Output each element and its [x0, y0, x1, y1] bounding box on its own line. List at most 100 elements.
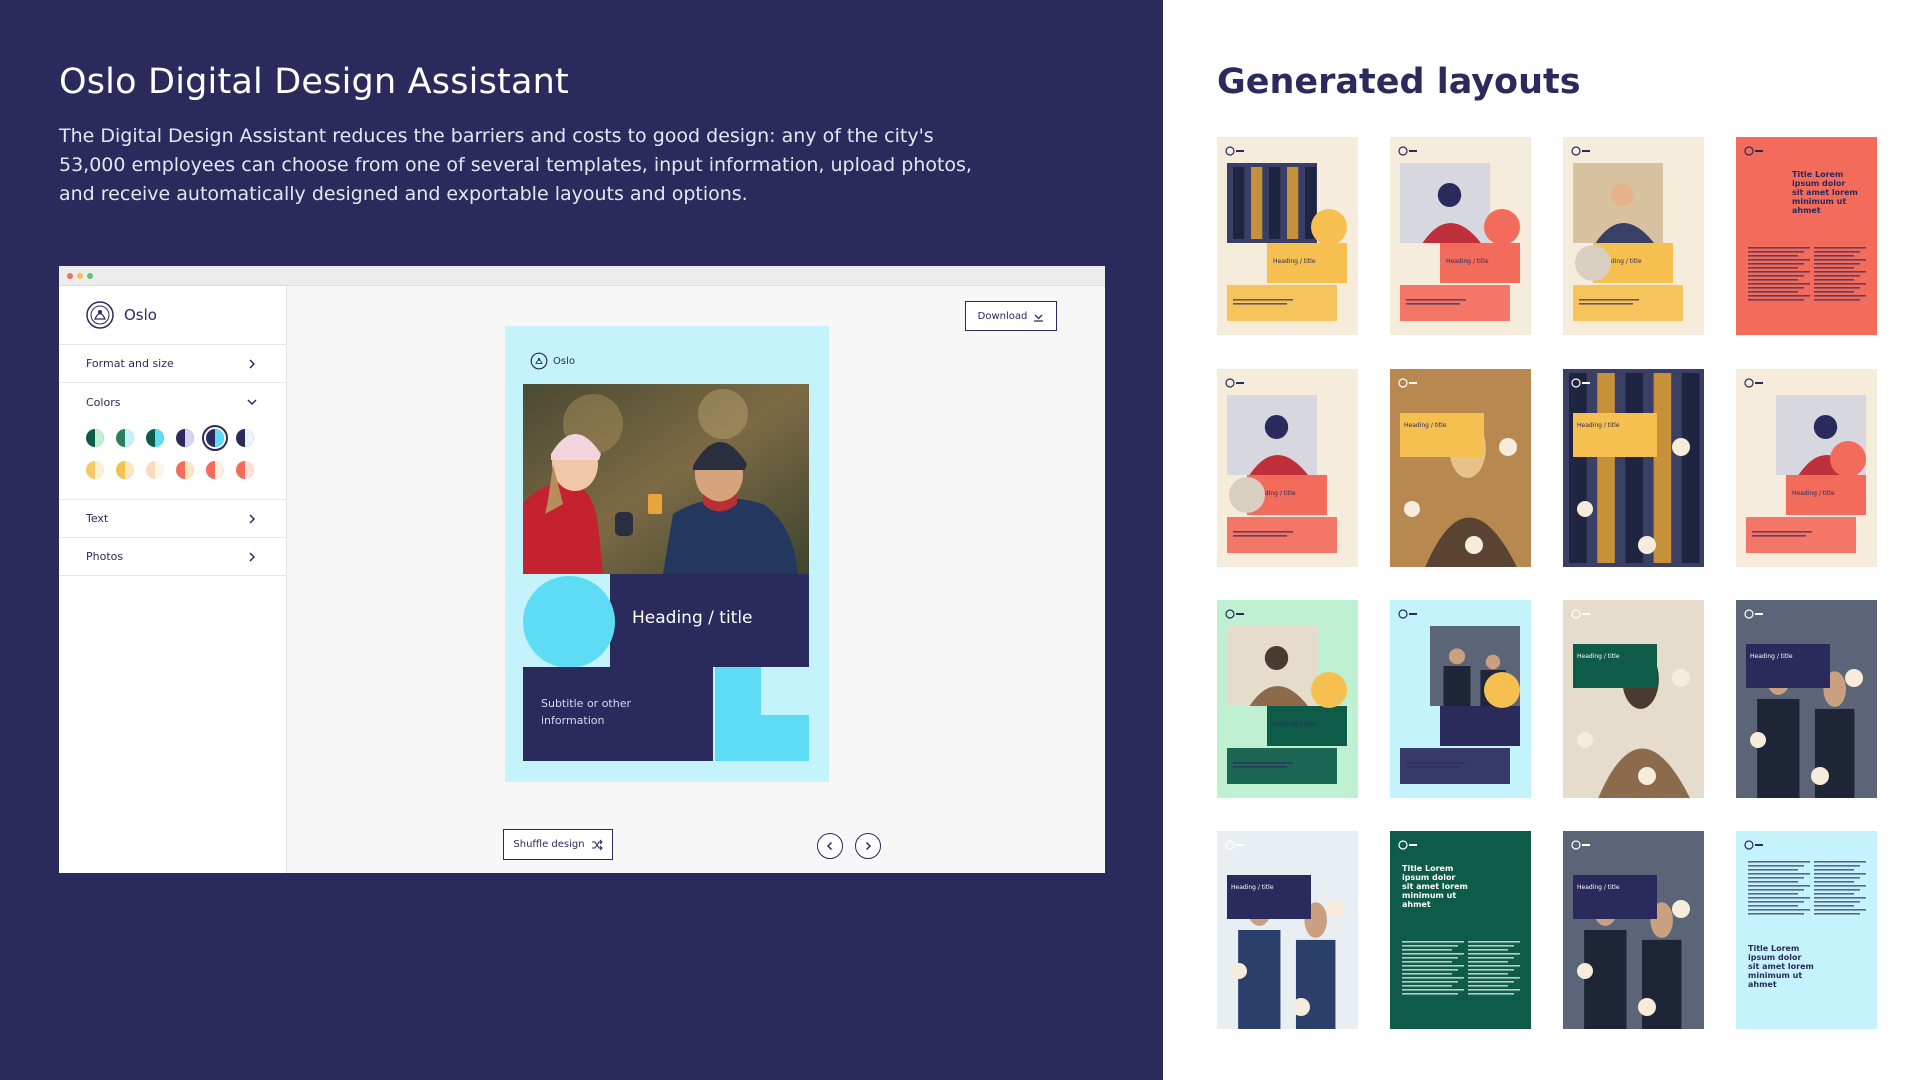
poster-brand: Oslo: [553, 355, 575, 367]
generated-layout-thumbnail[interactable]: Heading / title: [1390, 137, 1531, 335]
generated-layout-thumbnail[interactable]: Heading / title: [1563, 600, 1704, 798]
chevron-left-icon: [826, 841, 833, 851]
color-swatch-half: [185, 429, 194, 447]
color-swatch-half: [155, 429, 164, 447]
maximize-window-dot[interactable]: [87, 273, 93, 279]
thumbnail-heading: Heading / title: [1446, 721, 1489, 728]
color-swatch[interactable]: [206, 461, 224, 479]
color-swatch-row: [59, 423, 286, 453]
page-title: Oslo Digital Design Assistant: [59, 62, 569, 102]
poster-photo: [523, 384, 809, 574]
sidebar-item-label: Text: [86, 512, 109, 525]
color-swatch[interactable]: [236, 461, 254, 479]
poster-preview[interactable]: Oslo Heading / title Subtitle or other i…: [505, 326, 829, 782]
color-swatch[interactable]: [116, 461, 134, 479]
color-swatch[interactable]: [236, 429, 254, 447]
sidebar-item-format[interactable]: Format and size: [59, 345, 286, 383]
generated-layout-thumbnail[interactable]: Heading / title: [1563, 831, 1704, 1029]
thumbnail-heading: Heading / title: [1792, 490, 1835, 497]
oslo-seal-icon: [530, 352, 548, 370]
color-swatch-half: [245, 461, 254, 479]
app-window: Oslo Format and size Colors Text Photos …: [59, 266, 1105, 873]
poster-subtitle[interactable]: Subtitle or other information: [541, 695, 661, 729]
thumbnail-heading: Heading / title: [1273, 721, 1316, 728]
generated-layouts-title: Generated layouts: [1217, 62, 1581, 102]
sidebar-item-colors[interactable]: Colors: [59, 383, 286, 421]
color-swatch-half: [95, 461, 104, 479]
generated-layout-thumbnail[interactable]: Title Lorem ipsum dolor sit amet lorem mini…: [1736, 831, 1877, 1029]
color-swatch-half: [215, 429, 224, 447]
shuffle-icon: [591, 839, 603, 850]
color-swatch-half: [95, 429, 104, 447]
chevron-right-icon: [865, 841, 872, 851]
sidebar-item-label: Photos: [86, 550, 124, 563]
page-description: The Digital Design Assistant reduces the…: [59, 125, 972, 205]
color-swatch[interactable]: [146, 461, 164, 479]
thumbnail-heading: Heading / title: [1231, 884, 1274, 891]
minimize-window-dot[interactable]: [77, 273, 83, 279]
sidebar-item-photos[interactable]: Photos: [59, 538, 286, 576]
generated-layout-thumbnail[interactable]: Heading / title: [1563, 137, 1704, 335]
sidebar: Oslo Format and size Colors Text Photos: [59, 286, 287, 873]
left-panel: Oslo Digital Design Assistant The Digita…: [0, 0, 1163, 1080]
poster-logo: Oslo: [530, 352, 575, 370]
sidebar-item-label: Format and size: [86, 357, 174, 370]
sidebar-item-label: Colors: [86, 395, 121, 409]
color-swatch[interactable]: [202, 425, 228, 451]
generated-layout-thumbnail[interactable]: Heading / title: [1390, 600, 1531, 798]
color-swatch[interactable]: [176, 461, 194, 479]
thumbnail-heading: Heading / title: [1577, 422, 1620, 429]
generated-layout-thumbnail[interactable]: Heading / title: [1217, 831, 1358, 1029]
sidebar-item-text[interactable]: Text: [59, 500, 286, 538]
color-swatch-half: [125, 461, 134, 479]
oslo-seal-icon: [86, 301, 114, 329]
generated-layout-thumbnail[interactable]: Title Lorem ipsum dolor sit amet lorem mini…: [1390, 831, 1531, 1029]
color-swatch-half: [125, 429, 134, 447]
poster-heading[interactable]: Heading / title: [632, 608, 753, 628]
download-label: Download: [977, 310, 1028, 322]
chevron-down-icon: [247, 399, 257, 406]
chevron-right-icon: [249, 513, 256, 524]
color-swatch[interactable]: [86, 461, 104, 479]
brand: Oslo: [59, 286, 286, 345]
brand-name: Oslo: [124, 306, 157, 324]
generated-layout-thumbnail[interactable]: Heading / title: [1563, 369, 1704, 567]
canvas-area: Download Oslo Heading / title Subtitle o…: [288, 286, 1105, 873]
color-swatch-half: [215, 461, 224, 479]
thumbnail-heading: Heading / title: [1404, 422, 1447, 429]
generated-layout-thumbnail[interactable]: Heading / title: [1736, 369, 1877, 567]
generated-layout-thumbnail[interactable]: Heading / title: [1217, 369, 1358, 567]
next-design-button[interactable]: [855, 833, 881, 859]
app-body: Oslo Format and size Colors Text Photos …: [59, 286, 1105, 873]
close-window-dot[interactable]: [67, 273, 73, 279]
colors-section: Colors: [59, 383, 286, 500]
shuffle-label: Shuffle design: [513, 839, 585, 850]
generated-layout-thumbnail[interactable]: Heading / title: [1217, 600, 1358, 798]
generated-layout-thumbnail[interactable]: Heading / title: [1390, 369, 1531, 567]
chevron-right-icon: [249, 358, 256, 369]
chevron-right-icon: [249, 551, 256, 562]
thumbnail-heading: Heading / title: [1750, 653, 1793, 660]
color-swatch[interactable]: [146, 429, 164, 447]
thumbnail-heading: Heading / title: [1446, 258, 1489, 265]
poster-notch-shape: [761, 667, 809, 715]
color-swatch-half: [185, 461, 194, 479]
poster-circle-shape: [523, 576, 615, 668]
color-swatch[interactable]: [86, 429, 104, 447]
generated-layout-thumbnail[interactable]: Heading / title: [1217, 137, 1358, 335]
thumbnail-heading: Heading / title: [1273, 258, 1316, 265]
download-button[interactable]: Download: [965, 301, 1057, 331]
window-titlebar: [59, 266, 1105, 286]
previous-design-button[interactable]: [817, 833, 843, 859]
download-icon: [1034, 314, 1044, 322]
color-swatch[interactable]: [176, 429, 194, 447]
color-swatch-half: [155, 461, 164, 479]
thumbnail-heading: Heading / title: [1577, 884, 1620, 891]
thumbnail-heading: Heading / title: [1577, 653, 1620, 660]
generated-layouts-grid: Heading / title Heading / title Heading / …: [1217, 137, 1878, 1033]
generated-layout-thumbnail[interactable]: Title Lorem ipsum dolor sit amet lorem mini…: [1736, 137, 1877, 335]
shuffle-design-button[interactable]: Shuffle design: [503, 829, 613, 860]
color-swatch-half: [245, 429, 254, 447]
generated-layout-thumbnail[interactable]: Heading / title: [1736, 600, 1877, 798]
color-swatch[interactable]: [116, 429, 134, 447]
